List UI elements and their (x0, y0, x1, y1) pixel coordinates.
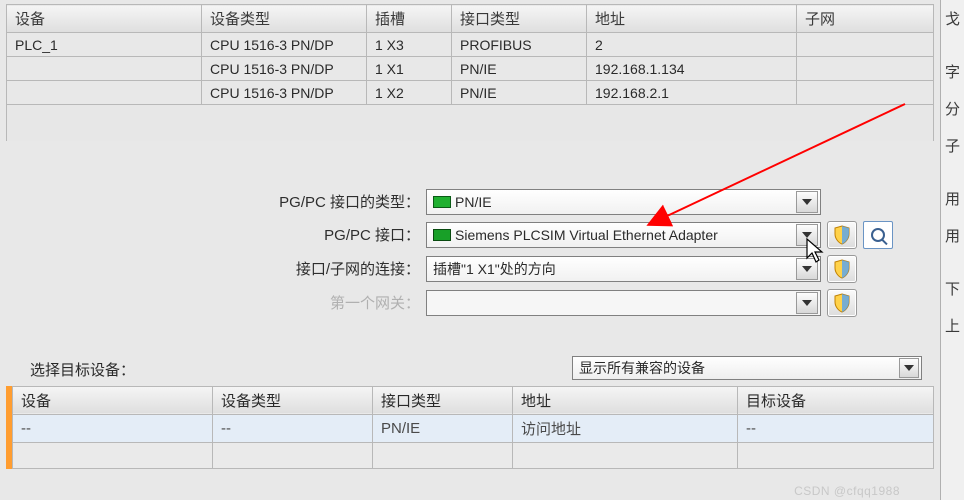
col-iftype[interactable]: 接口类型 (373, 386, 513, 414)
select-target-filter[interactable]: 显示所有兼容的设备 (572, 356, 922, 380)
properties-button[interactable] (827, 221, 857, 249)
magnifier-icon (871, 228, 885, 242)
chevron-down-icon (802, 199, 812, 205)
select-interface[interactable]: Siemens PLCSIM Virtual Ethernet Adapter (426, 222, 821, 248)
dropdown-button[interactable] (796, 258, 818, 280)
properties-button[interactable] (827, 289, 857, 317)
dropdown-button[interactable] (796, 191, 818, 213)
select-gateway[interactable] (426, 290, 821, 316)
network-adapter-icon (433, 196, 451, 208)
device-table[interactable]: 设备 设备类型 插槽 接口类型 地址 子网 PLC_1 CPU 1516-3 P… (6, 4, 934, 141)
shield-icon (833, 225, 851, 245)
label-interface: PG/PC 接口： (6, 224, 426, 245)
select-value: PN/IE (455, 194, 492, 210)
shield-icon (833, 293, 851, 313)
chevron-down-icon (802, 232, 812, 238)
col-type[interactable]: 设备类型 (213, 386, 373, 414)
device-table-container: 设备 设备类型 插槽 接口类型 地址 子网 PLC_1 CPU 1516-3 P… (6, 4, 934, 141)
col-target[interactable]: 目标设备 (738, 386, 934, 414)
col-device[interactable]: 设备 (13, 386, 213, 414)
dropdown-button[interactable] (796, 292, 818, 314)
dropdown-button[interactable] (899, 358, 919, 378)
select-interface-type[interactable]: PN/IE (426, 189, 821, 215)
col-device[interactable]: 设备 (7, 5, 202, 33)
network-adapter-icon (433, 229, 451, 241)
dropdown-button[interactable] (796, 224, 818, 246)
chevron-down-icon (802, 266, 812, 272)
col-type[interactable]: 设备类型 (202, 5, 367, 33)
search-button[interactable] (863, 221, 893, 249)
table-row[interactable]: CPU 1516-3 PN/DP 1 X1 PN/IE 192.168.1.13… (7, 57, 934, 81)
col-iftype[interactable]: 接口类型 (452, 5, 587, 33)
chevron-down-icon (904, 365, 914, 371)
target-device-table[interactable]: 设备 设备类型 接口类型 地址 目标设备 -- -- PN/IE 访问地址 -- (12, 386, 934, 469)
shield-icon (833, 259, 851, 279)
select-value: 显示所有兼容的设备 (579, 358, 705, 378)
select-value: 插槽"1 X1"处的方向 (433, 259, 556, 279)
col-addr[interactable]: 地址 (587, 5, 797, 33)
table-row[interactable]: -- -- PN/IE 访问地址 -- (13, 414, 934, 442)
label-gateway: 第一个网关： (6, 292, 426, 313)
properties-button[interactable] (827, 255, 857, 283)
col-addr[interactable]: 地址 (513, 386, 738, 414)
table-row[interactable] (13, 442, 934, 468)
watermark: CSDN @cfqq1988 (794, 484, 900, 498)
label-select-target: 选择目标设备： (18, 353, 135, 384)
col-slot[interactable]: 插槽 (367, 5, 452, 33)
chevron-down-icon (802, 300, 812, 306)
table-row[interactable]: PLC_1 CPU 1516-3 PN/DP 1 X3 PROFIBUS 2 (7, 33, 934, 57)
right-sidebar: 戈 字 分 子 用 用 下 上 (940, 0, 964, 500)
select-subnet[interactable]: 插槽"1 X1"处的方向 (426, 256, 821, 282)
select-value: Siemens PLCSIM Virtual Ethernet Adapter (455, 227, 718, 243)
label-interface-type: PG/PC 接口的类型： (6, 191, 426, 212)
label-subnet: 接口/子网的连接： (6, 258, 426, 279)
col-subnet[interactable]: 子网 (797, 5, 934, 33)
table-row[interactable]: CPU 1516-3 PN/DP 1 X2 PN/IE 192.168.2.1 (7, 81, 934, 105)
